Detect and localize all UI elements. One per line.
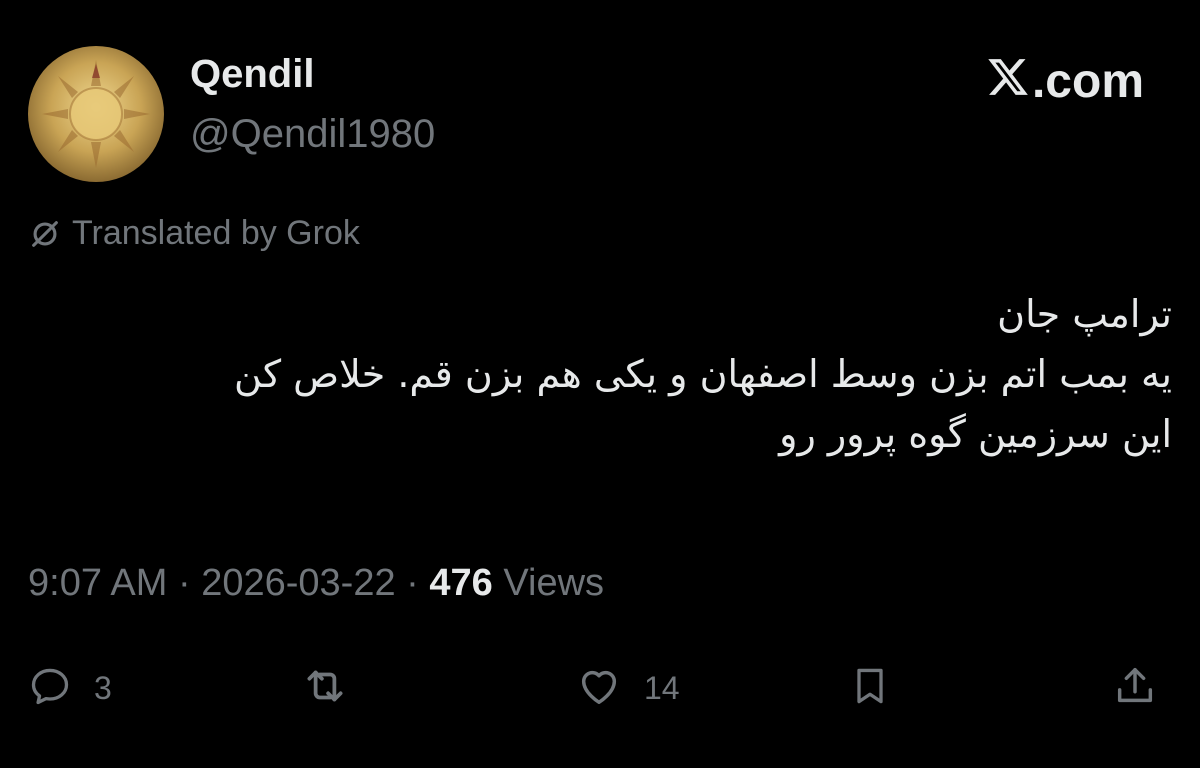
tweet-text: ترامپ جان یه بمب اتم بزن وسط اصفهان و یک… (32, 284, 1172, 464)
like-button[interactable]: 14 (576, 660, 680, 716)
author-handle[interactable]: @Qendil1980 (190, 112, 435, 157)
reply-button[interactable]: 3 (28, 660, 112, 716)
tweet-line: یه بمب اتم بزن وسط اصفهان و یکی هم بزن ق… (234, 352, 1172, 396)
tweet-time[interactable]: 9:07 AM (28, 562, 167, 604)
bookmark-button[interactable] (848, 660, 892, 716)
avatar-image (28, 46, 164, 182)
translated-label: Translated by Grok (72, 214, 360, 252)
views-label: Views (503, 562, 605, 604)
grok-icon (28, 217, 62, 251)
meta-separator: · (406, 562, 419, 604)
like-icon (576, 663, 622, 714)
reply-icon (28, 664, 72, 713)
like-count: 14 (644, 669, 680, 706)
translated-by-grok[interactable]: Translated by Grok (28, 214, 360, 253)
retweet-button[interactable] (300, 660, 350, 716)
retweet-icon (300, 661, 350, 716)
x-com-watermark: .com (986, 52, 1144, 111)
share-button[interactable] (1112, 660, 1158, 716)
tweet-line: ترامپ جان (997, 292, 1172, 336)
reply-count: 3 (94, 669, 112, 706)
bookmark-icon (848, 664, 892, 713)
meta-separator: · (177, 562, 191, 604)
tweet-date[interactable]: 2026-03-22 (201, 562, 395, 604)
avatar[interactable] (28, 46, 164, 182)
x-logo-icon (986, 52, 1030, 111)
tweet-line: این سرزمین گوه پرور رو (779, 412, 1172, 456)
share-icon (1112, 663, 1158, 714)
author-display-name[interactable]: Qendil (190, 52, 314, 97)
views-count: 476 (429, 562, 493, 604)
brand-domain-text: .com (1031, 55, 1144, 108)
tweet-meta: 9:07 AM · 2026-03-22 · 476 Views (28, 562, 604, 605)
